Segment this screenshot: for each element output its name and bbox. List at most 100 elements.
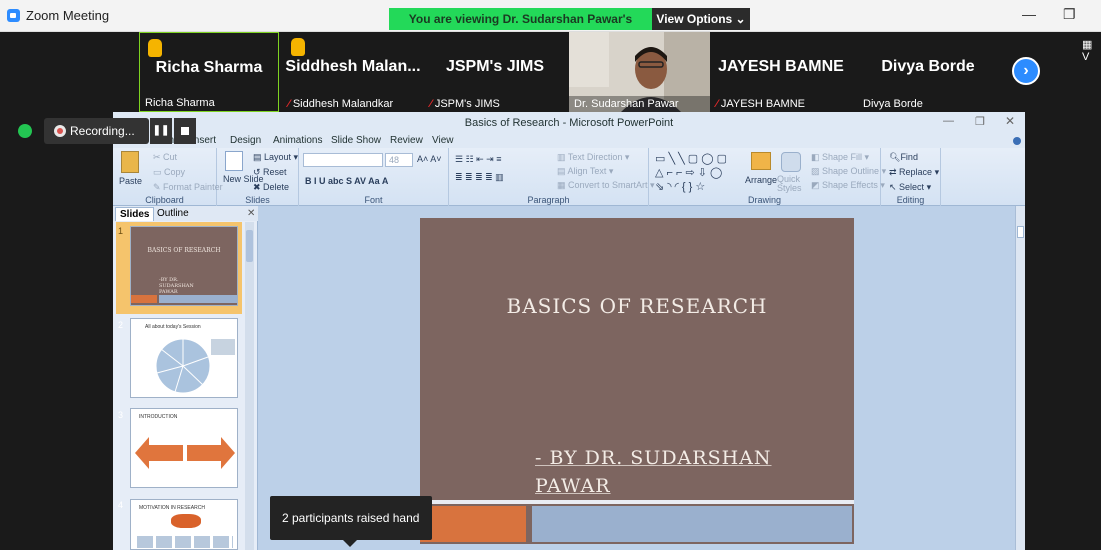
slide-thumbnail[interactable]: All about today's Session	[130, 318, 238, 398]
ppt-window-title: Basics of Research - Microsoft PowerPoin…	[464, 117, 674, 129]
restore-icon[interactable]: ❐	[1063, 6, 1076, 23]
slides-group-label: Slides	[245, 195, 270, 205]
quick-styles-icon[interactable]	[781, 152, 801, 172]
select-button[interactable]: ↖ Select ▾	[889, 182, 931, 193]
slide-divider-band	[420, 500, 854, 504]
replace-button[interactable]: ⇄ Replace ▾	[889, 167, 939, 178]
participant-tile[interactable]: Divya Borde Divya Borde	[858, 32, 998, 112]
font-name-field[interactable]	[303, 153, 383, 167]
participant-tile[interactable]: Siddhesh Malan... ⁄ Siddhesh Malandkar	[283, 32, 423, 112]
ribbon: Paste ✂ Cut ▭ Copy ✎ Format Painter Clip…	[113, 148, 1025, 206]
new-slide-icon[interactable]	[225, 151, 243, 171]
edit-area-scrollbar[interactable]	[1015, 206, 1025, 550]
participant-display-name: JSPM's JIMS	[445, 58, 545, 75]
ppt-restore-icon[interactable]: ❐	[975, 115, 985, 128]
paragraph-group: ☰ ☷ ⇤ ⇥ ≡ ≣ ≣ ≣ ≣ ▥ ▥ Text Direction ▾ ▤…	[449, 148, 655, 206]
participant-tile[interactable]: JAYESH BAMNE ⁄ JAYESH BAMNE	[711, 32, 851, 112]
find-button[interactable]: 🔍︎Find	[889, 152, 918, 163]
slide-blue-block	[532, 506, 852, 542]
slide-orange-block	[420, 506, 526, 542]
tab-review[interactable]: Review	[390, 135, 423, 146]
grow-font-button[interactable]: A˄ A˅	[417, 154, 442, 164]
editing-group-label: Editing	[896, 195, 925, 205]
delete-button[interactable]: ✖ Delete	[253, 182, 289, 193]
shapes-gallery-row2[interactable]: △ ⌐ ⌐ ⇨ ⇩ ◯	[655, 166, 722, 179]
text-direction-button[interactable]: ▥ Text Direction ▾	[557, 152, 629, 163]
participant-display-name: Richa Sharma	[155, 59, 263, 76]
shapes-gallery[interactable]: ▭ ╲ ╲ ▢ ◯ ▢	[655, 152, 727, 165]
participant-video-tile[interactable]: Dr. Sudarshan Pawar	[569, 32, 710, 112]
shape-effects-button[interactable]: ◩ Shape Effects ▾	[811, 180, 885, 191]
list-buttons[interactable]: ☰ ☷ ⇤ ⇥ ≡	[455, 154, 501, 165]
slide-thumbnail[interactable]: BASICS OF RESEARCH -BY DR. SUDARSHAN PAW…	[130, 226, 238, 306]
stop-recording-button[interactable]	[174, 118, 196, 144]
thumbnail-number: 3	[118, 410, 124, 420]
thumbnail-title: All about today's Session	[145, 324, 201, 330]
window-title: Zoom Meeting	[26, 8, 110, 23]
tab-view[interactable]: View	[432, 135, 454, 146]
participant-label: ⁄ JAYESH BAMNE	[716, 98, 805, 110]
thumbnail-title: INTRODUCTION	[139, 414, 178, 420]
arrange-icon[interactable]	[751, 152, 771, 170]
font-size-field[interactable]: 48	[385, 153, 413, 167]
arrow-diagram	[135, 437, 235, 469]
participant-label: ⁄ JSPM's JIMS	[430, 98, 500, 110]
format-painter-button[interactable]: ✎ Format Painter	[153, 182, 223, 193]
participant-display-name: Siddhesh Malan...	[285, 58, 421, 75]
mic-muted-icon: ⁄	[288, 98, 290, 110]
minimize-icon[interactable]: —	[1022, 6, 1036, 22]
layout-button[interactable]: ▤ Layout ▾	[253, 152, 298, 163]
arrange-button[interactable]: Arrange	[745, 175, 777, 185]
tab-slide-show[interactable]: Slide Show	[331, 135, 381, 146]
quick-styles-button[interactable]: Quick Styles	[777, 175, 807, 193]
convert-smartart-button[interactable]: ▦ Convert to SmartArt ▾	[557, 180, 655, 191]
thumbnail-number: 4	[118, 500, 124, 510]
participant-tile[interactable]: Richa Sharma Richa Sharma	[139, 32, 279, 112]
clipboard-group-label: Clipboard	[145, 195, 184, 205]
paste-icon[interactable]	[121, 151, 139, 173]
participant-tile[interactable]: JSPM's JIMS ⁄ JSPM's JIMS	[425, 32, 565, 112]
slides-pane-scrollbar[interactable]	[245, 222, 254, 550]
shape-fill-button[interactable]: ◧ Shape Fill ▾	[811, 152, 869, 163]
slide-title[interactable]: BASICS OF RESEARCH	[420, 294, 854, 318]
ppt-minimize-icon[interactable]: —	[943, 115, 954, 127]
font-group: 48 A˄ A˅ B I U abc S AV Aa A Font	[299, 148, 449, 206]
close-pane-icon[interactable]: ✕	[243, 207, 259, 221]
slide-thumbnail[interactable]: MOTIVATION IN RESEARCH	[130, 499, 238, 550]
pause-recording-button[interactable]: ❚❚	[150, 118, 172, 144]
participant-display-name: JAYESH BAMNE	[718, 58, 844, 75]
copy-button[interactable]: ▭ Copy	[153, 167, 185, 178]
participant-label: Divya Borde	[863, 98, 923, 110]
tab-animations[interactable]: Animations	[273, 135, 322, 146]
paste-button[interactable]: Paste	[119, 176, 142, 186]
tab-slides[interactable]: Slides	[115, 207, 155, 221]
next-page-button[interactable]: ›	[1012, 57, 1040, 85]
paragraph-group-label: Paragraph	[527, 195, 570, 205]
align-text-button[interactable]: ▤ Align Text ▾	[557, 166, 613, 177]
slide-thumbnail[interactable]: INTRODUCTION	[130, 408, 238, 488]
reset-button[interactable]: ↺ Reset	[253, 167, 287, 178]
mic-muted-icon: ⁄	[430, 98, 432, 110]
ppt-close-icon[interactable]: ✕	[1005, 114, 1015, 128]
editing-group: 🔍︎Find ⇄ Replace ▾ ↖ Select ▾ Editing	[881, 148, 941, 206]
cut-button[interactable]: ✂ Cut	[153, 152, 177, 163]
help-icon[interactable]	[1013, 137, 1021, 145]
view-options-button[interactable]: View Options ⌄	[652, 8, 750, 30]
slide-subtitle[interactable]: - BY DR. SUDARSHAN PAWAR	[535, 444, 835, 500]
gallery-view-icon[interactable]: ▦ V	[1082, 38, 1101, 63]
thumbnail-title: MOTIVATION IN RESEARCH	[139, 505, 205, 511]
tab-outline[interactable]: Outline	[153, 207, 193, 221]
participant-display-name: Divya Borde	[881, 58, 975, 75]
thumbnail-number: 1	[118, 226, 124, 236]
ribbon-tabs: Home Insert Design Animations Slide Show…	[113, 134, 1025, 148]
notification-arrow	[343, 540, 357, 547]
raised-hand-icon	[148, 39, 162, 57]
pie-diagram	[155, 338, 211, 394]
thumbnail-title: BASICS OF RESEARCH	[147, 247, 221, 254]
security-shield-icon[interactable]	[18, 124, 32, 138]
shapes-gallery-row3[interactable]: ⇘ ◝ ◜ { } ☆	[655, 180, 705, 193]
tab-design[interactable]: Design	[230, 135, 261, 146]
align-buttons[interactable]: ≣ ≣ ≣ ≣ ▥	[455, 172, 504, 183]
shape-outline-button[interactable]: ▨ Shape Outline ▾	[811, 166, 886, 177]
font-format-buttons[interactable]: B I U abc S AV Aa A	[305, 176, 388, 186]
